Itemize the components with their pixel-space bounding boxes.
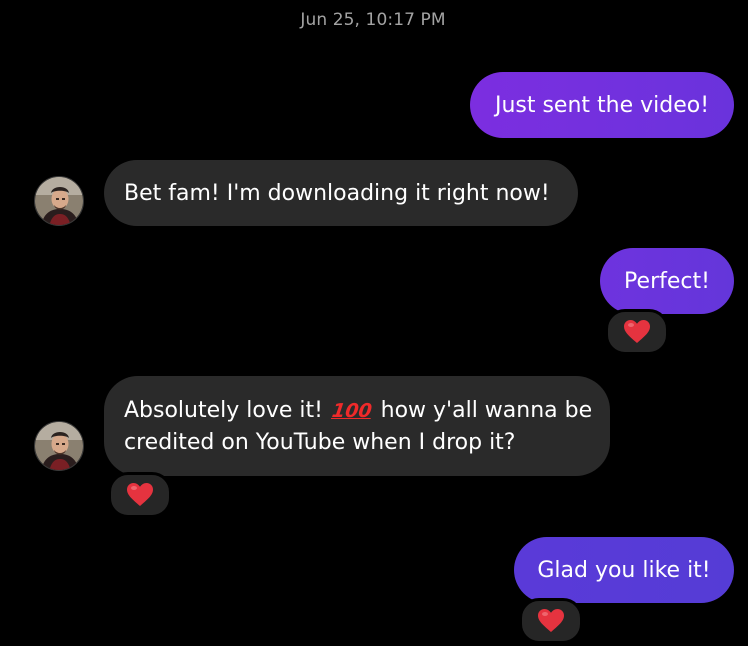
message-text: Absolutely love it! 100 how y'all wanna … [124, 395, 592, 458]
contact-avatar[interactable] [34, 421, 84, 471]
heart-icon [538, 609, 564, 632]
message-text-part: Absolutely love it! [124, 397, 323, 423]
message-text: Just sent the video! [494, 92, 710, 118]
hundred-points-icon: 100 [330, 399, 374, 422]
message-text: Glad you like it! [537, 557, 711, 583]
received-message-bubble[interactable]: Bet fam! I'm downloading it right now! [104, 160, 578, 226]
received-message-bubble[interactable]: Absolutely love it! 100 how y'all wanna … [104, 376, 610, 476]
message-text-line: credited on YouTube when I drop it? [124, 429, 516, 455]
sent-message-bubble[interactable]: Just sent the video! [470, 72, 734, 138]
message-timestamp: Jun 25, 10:17 PM [300, 10, 446, 30]
message-text-part: how y'all wanna be [380, 397, 593, 423]
avatar-image [35, 422, 83, 470]
sent-message-bubble[interactable]: Glad you like it! [514, 537, 734, 603]
heart-reaction[interactable] [519, 598, 583, 644]
avatar-image [35, 177, 83, 225]
heart-icon [127, 483, 153, 506]
contact-avatar[interactable] [34, 176, 84, 226]
sent-message-bubble[interactable]: Perfect! [600, 248, 734, 314]
message-text: Bet fam! I'm downloading it right now! [124, 180, 550, 206]
heart-reaction[interactable] [605, 309, 669, 355]
message-text: Perfect! [624, 268, 710, 294]
heart-reaction[interactable] [108, 472, 172, 518]
heart-icon [624, 320, 650, 343]
